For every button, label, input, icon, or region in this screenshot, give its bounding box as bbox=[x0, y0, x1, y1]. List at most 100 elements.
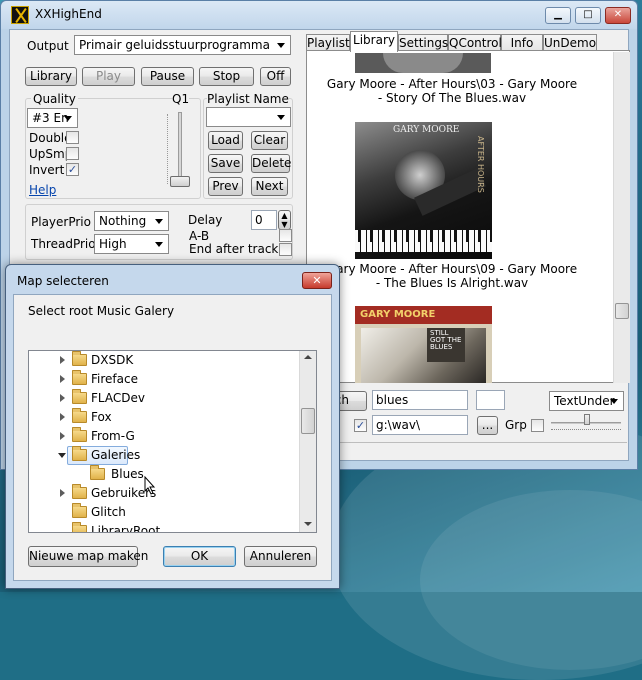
invert-checkbox[interactable]: ✓ bbox=[66, 163, 79, 176]
close-button[interactable]: ✕ bbox=[605, 7, 631, 24]
quality-slider-thumb[interactable] bbox=[170, 176, 190, 187]
tab-undemo[interactable]: UnDemo bbox=[543, 34, 597, 51]
tree-item-from-g[interactable]: From-G bbox=[29, 427, 299, 446]
scroll-down-icon[interactable] bbox=[304, 522, 312, 526]
search-input[interactable]: blues bbox=[372, 390, 468, 410]
tree-item-label: LibraryRoot bbox=[91, 524, 161, 533]
grp-checkbox[interactable] bbox=[531, 419, 544, 432]
layout-select[interactable]: TextUnder bbox=[549, 391, 624, 411]
tree-item-libraryroot[interactable]: LibraryRoot bbox=[29, 522, 299, 533]
playlist-name-label: Playlist Name bbox=[207, 92, 289, 106]
tree-item-dxsdk[interactable]: DXSDK bbox=[29, 351, 299, 370]
engine-select[interactable]: #3 En bbox=[27, 108, 78, 128]
path-checkbox[interactable]: ✓ bbox=[354, 419, 367, 432]
tree-item-fireface[interactable]: Fireface bbox=[29, 370, 299, 389]
tab-playlist[interactable]: Playlist bbox=[306, 34, 350, 51]
dialog-close-button[interactable]: ✕ bbox=[302, 272, 332, 289]
caption-line: - Story Of The Blues.wav bbox=[377, 91, 527, 105]
album-cover-partial[interactable] bbox=[355, 53, 491, 73]
prev-button[interactable]: Prev bbox=[208, 177, 243, 196]
delay-label: Delay bbox=[188, 213, 223, 227]
thread-prio-value: High bbox=[99, 237, 127, 251]
tab-library[interactable]: Library bbox=[350, 31, 398, 52]
expand-arrow-icon[interactable] bbox=[60, 432, 65, 440]
save-button[interactable]: Save bbox=[208, 154, 243, 173]
maximize-button[interactable]: □ bbox=[575, 7, 601, 24]
chevron-down-icon bbox=[155, 242, 163, 247]
expand-arrow-icon[interactable] bbox=[60, 413, 65, 421]
library-scrollbar-thumb[interactable] bbox=[615, 303, 629, 319]
expand-arrow-icon[interactable] bbox=[60, 356, 65, 364]
folder-icon bbox=[72, 351, 87, 366]
cancel-button[interactable]: Annuleren bbox=[244, 546, 317, 567]
tree-item-blues[interactable]: Blues bbox=[29, 465, 299, 484]
ab-checkbox[interactable] bbox=[279, 229, 292, 242]
search-extra-input[interactable] bbox=[476, 390, 505, 410]
library-item-caption-1[interactable]: Gary Moore - After Hours\03 - Gary Moore… bbox=[307, 77, 597, 105]
delay-spinner[interactable]: ▲ ▼ bbox=[278, 210, 291, 230]
tree-item-flacdev[interactable]: FLACDev bbox=[29, 389, 299, 408]
help-link[interactable]: Help bbox=[29, 183, 56, 197]
minimize-button[interactable]: ▁ bbox=[545, 7, 571, 24]
folder-tree[interactable]: DXSDK Fireface FLACDev Fox From-G Galeri… bbox=[28, 350, 317, 533]
thread-prio-label: ThreadPrio bbox=[31, 237, 96, 251]
tree-item-galeries[interactable]: Galeries bbox=[29, 446, 299, 465]
folder-icon bbox=[90, 465, 105, 480]
chevron-down-icon bbox=[64, 116, 72, 121]
playlist-name-select[interactable] bbox=[206, 107, 291, 127]
double-checkbox[interactable] bbox=[66, 131, 79, 144]
new-folder-button[interactable]: Nieuwe map maken bbox=[28, 546, 148, 567]
thread-prio-select[interactable]: High bbox=[94, 234, 169, 254]
album-cover-still-got-the-blues[interactable]: GARY MOORE STILL GOT THE BLUES bbox=[355, 306, 492, 383]
delete-button[interactable]: Delete bbox=[251, 154, 291, 173]
tab-settings[interactable]: Settings bbox=[398, 34, 448, 51]
expand-arrow-icon[interactable] bbox=[60, 375, 65, 383]
chevron-down-icon bbox=[277, 43, 285, 48]
tab-qcontrol[interactable]: QControl bbox=[448, 34, 502, 51]
grp-label: Grp bbox=[505, 418, 527, 432]
library-button[interactable]: Library bbox=[25, 67, 77, 86]
tree-item-fox[interactable]: Fox bbox=[29, 408, 299, 427]
cover-artist: GARY MOORE bbox=[393, 125, 460, 135]
play-button[interactable]: Play bbox=[82, 67, 135, 86]
tree-scrollbar-thumb[interactable] bbox=[301, 408, 315, 434]
folder-icon bbox=[72, 427, 87, 442]
collapse-arrow-icon[interactable] bbox=[58, 453, 66, 458]
browse-button[interactable]: ... bbox=[477, 416, 498, 435]
album-cover-after-hours[interactable]: GARY MOORE AFTER HOURS bbox=[355, 122, 492, 259]
folder-icon bbox=[72, 370, 87, 385]
ok-button[interactable]: OK bbox=[163, 546, 236, 567]
library-scrollbar[interactable] bbox=[613, 52, 630, 383]
tree-scrollbar[interactable] bbox=[299, 351, 316, 532]
cover-title: AFTER HOURS bbox=[476, 136, 485, 193]
size-slider-ticks bbox=[551, 429, 621, 432]
dialog-prompt: Select root Music Galery bbox=[28, 304, 175, 318]
off-button[interactable]: Off bbox=[260, 67, 291, 86]
size-slider-thumb[interactable] bbox=[584, 414, 590, 425]
output-device-select[interactable]: Primair geluidsstuurprogramma bbox=[74, 35, 291, 55]
load-button[interactable]: Load bbox=[208, 131, 243, 150]
dialog-title: Map selecteren bbox=[17, 274, 109, 288]
delay-input[interactable]: 0 bbox=[251, 210, 277, 230]
upsmp-checkbox[interactable] bbox=[66, 147, 79, 160]
window-title: XXHighEnd bbox=[35, 7, 102, 21]
library-item-caption-2[interactable]: Gary Moore - After Hours\09 - Gary Moore… bbox=[307, 262, 597, 290]
pause-button[interactable]: Pause bbox=[141, 67, 194, 86]
player-prio-select[interactable]: Nothing bbox=[94, 211, 169, 231]
dialog-client-area: Select root Music Galery DXSDK Fireface … bbox=[13, 294, 332, 581]
scroll-up-icon[interactable] bbox=[304, 355, 312, 359]
path-input[interactable]: g:\wav\ bbox=[372, 415, 468, 435]
end-after-track-checkbox[interactable] bbox=[279, 243, 292, 256]
expand-arrow-icon[interactable] bbox=[60, 489, 65, 497]
folder-open-icon bbox=[72, 446, 87, 461]
clear-button[interactable]: Clear bbox=[251, 131, 288, 150]
stop-button[interactable]: Stop bbox=[199, 67, 254, 86]
tree-item-glitch[interactable]: Glitch bbox=[29, 503, 299, 522]
next-button[interactable]: Next bbox=[251, 177, 288, 196]
quality-slider-track[interactable] bbox=[178, 112, 182, 186]
output-device-value: Primair geluidsstuurprogramma bbox=[79, 38, 270, 52]
folder-icon bbox=[72, 408, 87, 423]
expand-arrow-icon[interactable] bbox=[60, 394, 65, 402]
tree-item-gebruikers[interactable]: Gebruikers bbox=[29, 484, 299, 503]
tab-info[interactable]: Info bbox=[501, 34, 543, 51]
